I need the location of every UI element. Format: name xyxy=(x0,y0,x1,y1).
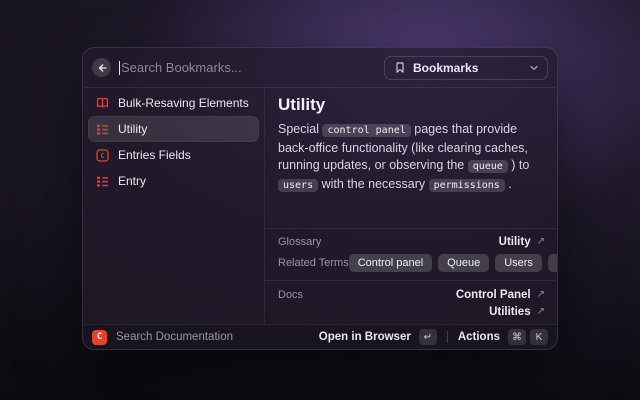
related-term-chip[interactable]: Queue xyxy=(438,254,489,272)
results-sidebar: Bulk-Resaving Elements Utility C xyxy=(83,88,264,324)
bookmark-icon xyxy=(394,61,406,74)
link-text: Utilities xyxy=(489,306,531,318)
result-item-label: Utility xyxy=(118,122,147,136)
modal-footer: C Search Documentation Open in Browser ↵… xyxy=(83,324,557,349)
search-modal-window: Bookmarks Bulk-Resaving Elements xyxy=(82,47,558,350)
command-key-icon: ⌘ xyxy=(508,329,526,345)
search-input[interactable] xyxy=(121,60,384,75)
result-item-label: Bulk-Resaving Elements xyxy=(118,96,249,110)
link-text: Control Panel xyxy=(456,289,531,301)
footer-separator xyxy=(447,331,448,343)
modal-content: Bulk-Resaving Elements Utility C xyxy=(83,88,557,324)
description-segment: Special xyxy=(278,122,322,136)
page-title: Utility xyxy=(278,93,545,117)
inline-code-chip: control panel xyxy=(322,124,410,137)
glossary-label: Glossary xyxy=(278,236,321,248)
docs-utilities-link[interactable]: Utilities ↗ xyxy=(489,306,545,318)
related-terms-row: Related Terms Control panel Queue Users … xyxy=(278,248,545,280)
link-text: Utility xyxy=(499,236,531,248)
footer-title: Search Documentation xyxy=(116,331,319,343)
result-item-entries-fields[interactable]: C Entries Fields xyxy=(88,142,259,168)
external-link-icon: ↗ xyxy=(537,290,545,300)
c-square-icon: C xyxy=(96,149,109,162)
related-terms-label: Related Terms xyxy=(278,257,349,269)
back-arrow-icon xyxy=(96,62,108,74)
svg-text:C: C xyxy=(100,152,104,160)
related-term-chip[interactable]: Control panel xyxy=(349,254,432,272)
docs-label: Docs xyxy=(278,289,303,301)
docs-control-panel-link[interactable]: Control Panel ↗ xyxy=(456,289,545,301)
related-term-chip[interactable]: Permissions xyxy=(548,254,558,272)
actions-button[interactable]: Actions xyxy=(458,331,500,343)
search-topbar: Bookmarks xyxy=(83,48,557,88)
related-term-chip[interactable]: Users xyxy=(495,254,542,272)
description-text: Special control panel pages that provide… xyxy=(278,121,545,194)
filter-dropdown-label: Bookmarks xyxy=(413,61,523,75)
inline-code-chip: queue xyxy=(468,160,508,173)
description-segment: ) to xyxy=(508,158,530,172)
result-item-utility[interactable]: Utility xyxy=(88,116,259,142)
result-item-bulk-resaving-elements[interactable]: Bulk-Resaving Elements xyxy=(88,90,259,116)
metadata-section: Glossary Utility ↗ Related Terms Control… xyxy=(278,228,545,318)
bookmarks-filter-dropdown[interactable]: Bookmarks xyxy=(384,56,548,80)
glossary-row: Glossary Utility ↗ xyxy=(278,229,545,248)
inline-code-chip: permissions xyxy=(429,179,505,192)
open-in-browser-button[interactable]: Open in Browser xyxy=(319,331,411,343)
back-button[interactable] xyxy=(92,58,111,77)
result-item-label: Entries Fields xyxy=(118,148,191,162)
description-segment: with the necessary xyxy=(318,177,428,191)
text-cursor xyxy=(119,61,120,75)
chevron-down-icon xyxy=(530,65,538,71)
external-link-icon: ↗ xyxy=(537,307,545,317)
list-icon xyxy=(96,175,109,188)
external-link-icon: ↗ xyxy=(537,237,545,247)
list-icon xyxy=(96,123,109,136)
return-key-icon: ↵ xyxy=(419,329,437,345)
result-item-entry[interactable]: Entry xyxy=(88,168,259,194)
actions-shortcut: ⌘ K xyxy=(508,329,548,345)
book-icon xyxy=(96,97,109,110)
inline-code-chip: users xyxy=(278,179,318,192)
result-item-label: Entry xyxy=(118,174,146,188)
footer-actions: Open in Browser ↵ Actions ⌘ K xyxy=(319,329,548,345)
glossary-utility-link[interactable]: Utility ↗ xyxy=(499,236,545,248)
search-field-wrap xyxy=(119,60,384,75)
description-segment: . xyxy=(505,177,512,191)
docs-row: Docs Control Panel ↗ Utilities ↗ xyxy=(278,281,545,318)
craft-app-logo: C xyxy=(92,330,107,345)
detail-panel: Utility Special control panel pages that… xyxy=(265,88,557,324)
k-key: K xyxy=(530,329,548,345)
